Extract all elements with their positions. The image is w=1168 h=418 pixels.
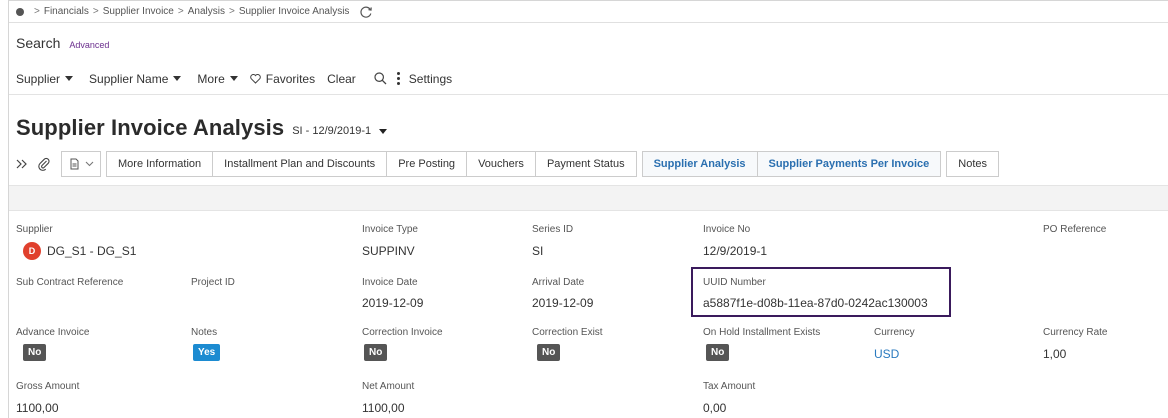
more-filters-label: More bbox=[197, 71, 225, 86]
sub-contract-reference-label: Sub Contract Reference bbox=[16, 277, 124, 288]
correction-invoice-label: Correction Invoice bbox=[362, 327, 443, 338]
page-header: Supplier Invoice Analysis SI - 12/9/2019… bbox=[9, 111, 388, 145]
correction-exist-badge: No bbox=[537, 344, 561, 361]
expand-chevrons-icon[interactable] bbox=[13, 155, 31, 173]
vertical-ellipsis-icon bbox=[396, 72, 400, 85]
breadcrumb-separator-icon: > bbox=[34, 6, 40, 17]
invoice-no-label: Invoice No bbox=[703, 224, 751, 235]
supplier-analysis-button[interactable]: Supplier Analysis bbox=[641, 151, 758, 177]
currency-label: Currency bbox=[874, 327, 915, 338]
project-id-label: Project ID bbox=[191, 277, 235, 288]
breadcrumb: > Financials > Supplier Invoice > Analys… bbox=[9, 1, 1168, 23]
search-icon[interactable] bbox=[374, 72, 387, 85]
command-toolbar: More Information Installment Plan and Di… bbox=[9, 149, 1168, 179]
more-information-button[interactable]: More Information bbox=[106, 151, 214, 177]
section-header-band bbox=[9, 185, 1168, 211]
tax-amount-label: Tax Amount bbox=[703, 381, 756, 392]
supplier-name-filter-dropdown[interactable]: Supplier Name bbox=[89, 71, 182, 86]
refresh-icon[interactable] bbox=[359, 5, 373, 19]
page-title: Supplier Invoice Analysis bbox=[16, 115, 285, 140]
nav-home-icon[interactable] bbox=[16, 7, 24, 16]
filter-bar: Supplier Supplier Name More Favorites Cl… bbox=[9, 63, 1168, 95]
po-reference-label: PO Reference bbox=[1043, 224, 1107, 235]
vouchers-button[interactable]: Vouchers bbox=[466, 151, 536, 177]
chevron-down-icon bbox=[85, 161, 94, 167]
avatar: D bbox=[23, 242, 41, 260]
series-id-label: Series ID bbox=[532, 224, 574, 235]
installment-plan-button[interactable]: Installment Plan and Discounts bbox=[212, 151, 388, 177]
net-amount-value: 1100,00 bbox=[362, 401, 405, 415]
app-frame: > Financials > Supplier Invoice > Analys… bbox=[8, 0, 1168, 418]
invoice-date-value: 2019-12-09 bbox=[362, 296, 424, 310]
uuid-number-value: a5887f1e-d08b-11ea-87d0-0242ac130003 bbox=[703, 296, 928, 310]
breadcrumb-item-supplier-invoice[interactable]: Supplier Invoice bbox=[103, 6, 174, 17]
series-id-value: SI bbox=[532, 244, 544, 258]
search-bar: Search Advanced bbox=[9, 23, 1168, 63]
settings-label: Settings bbox=[408, 71, 453, 86]
clear-filters-button[interactable]: Clear bbox=[327, 72, 356, 86]
supplier-filter-dropdown[interactable]: Supplier bbox=[16, 71, 74, 86]
on-hold-installment-badge: No bbox=[706, 344, 730, 361]
breadcrumb-separator-icon: > bbox=[92, 6, 99, 17]
invoice-no-value: 12/9/2019-1 bbox=[703, 244, 768, 258]
invoice-type-label: Invoice Type bbox=[362, 224, 418, 235]
record-selector[interactable]: SI - 12/9/2019-1 bbox=[292, 125, 388, 137]
caret-down-icon bbox=[229, 76, 238, 81]
breadcrumb-separator-icon: > bbox=[228, 6, 235, 17]
currency-value[interactable]: USD bbox=[874, 347, 899, 361]
on-hold-installment-label: On Hold Installment Exists bbox=[703, 327, 821, 338]
breadcrumb-item-analysis[interactable]: Analysis bbox=[188, 6, 225, 17]
correction-exist-label: Correction Exist bbox=[532, 327, 603, 338]
invoice-type-value: SUPPINV bbox=[362, 244, 415, 258]
settings-menu[interactable]: Settings bbox=[396, 71, 453, 86]
tax-amount-value: 0,00 bbox=[703, 401, 727, 415]
favorites-label: Favorites bbox=[265, 71, 316, 86]
advance-invoice-badge: No bbox=[23, 344, 47, 361]
payment-status-button[interactable]: Payment Status bbox=[534, 151, 637, 177]
arrival-date-value: 2019-12-09 bbox=[532, 296, 594, 310]
breadcrumb-item-current: Supplier Invoice Analysis bbox=[238, 6, 350, 17]
arrival-date-label: Arrival Date bbox=[532, 277, 585, 288]
notes-label: Notes bbox=[191, 327, 218, 338]
notes-badge: Yes bbox=[193, 344, 221, 361]
favorites-button[interactable]: Favorites bbox=[249, 71, 316, 86]
search-label[interactable]: Search bbox=[16, 35, 60, 51]
supplier-label: Supplier bbox=[16, 224, 53, 235]
caret-down-icon bbox=[379, 128, 388, 134]
currency-rate-label: Currency Rate bbox=[1043, 327, 1108, 338]
caret-down-icon bbox=[173, 76, 182, 81]
advanced-search-link[interactable]: Advanced bbox=[69, 40, 109, 50]
heart-icon bbox=[249, 73, 261, 84]
gross-amount-value: 1100,00 bbox=[16, 401, 59, 415]
attachment-icon[interactable] bbox=[35, 155, 53, 173]
correction-invoice-badge: No bbox=[364, 344, 388, 361]
breadcrumb-item-financials[interactable]: Financials bbox=[44, 6, 89, 17]
document-icon bbox=[68, 158, 80, 170]
supplier-payments-per-invoice-button[interactable]: Supplier Payments Per Invoice bbox=[756, 151, 942, 177]
uuid-number-label: UUID Number bbox=[703, 277, 766, 288]
currency-rate-value: 1,00 bbox=[1043, 347, 1067, 361]
breadcrumb-separator-icon: > bbox=[177, 6, 184, 17]
supplier-filter-label: Supplier bbox=[16, 71, 61, 86]
net-amount-label: Net Amount bbox=[362, 381, 415, 392]
document-menu-button[interactable] bbox=[61, 151, 101, 177]
caret-down-icon bbox=[65, 76, 74, 81]
invoice-date-label: Invoice Date bbox=[362, 277, 418, 288]
gross-amount-label: Gross Amount bbox=[16, 381, 80, 392]
notes-button[interactable]: Notes bbox=[946, 151, 1000, 177]
record-id: SI - 12/9/2019-1 bbox=[292, 125, 372, 137]
pre-posting-button[interactable]: Pre Posting bbox=[386, 151, 468, 177]
more-filters-dropdown[interactable]: More bbox=[197, 71, 238, 86]
supplier-name-filter-label: Supplier Name bbox=[89, 71, 169, 86]
supplier-value[interactable]: DG_S1 - DG_S1 bbox=[47, 244, 136, 258]
advance-invoice-label: Advance Invoice bbox=[16, 327, 90, 338]
